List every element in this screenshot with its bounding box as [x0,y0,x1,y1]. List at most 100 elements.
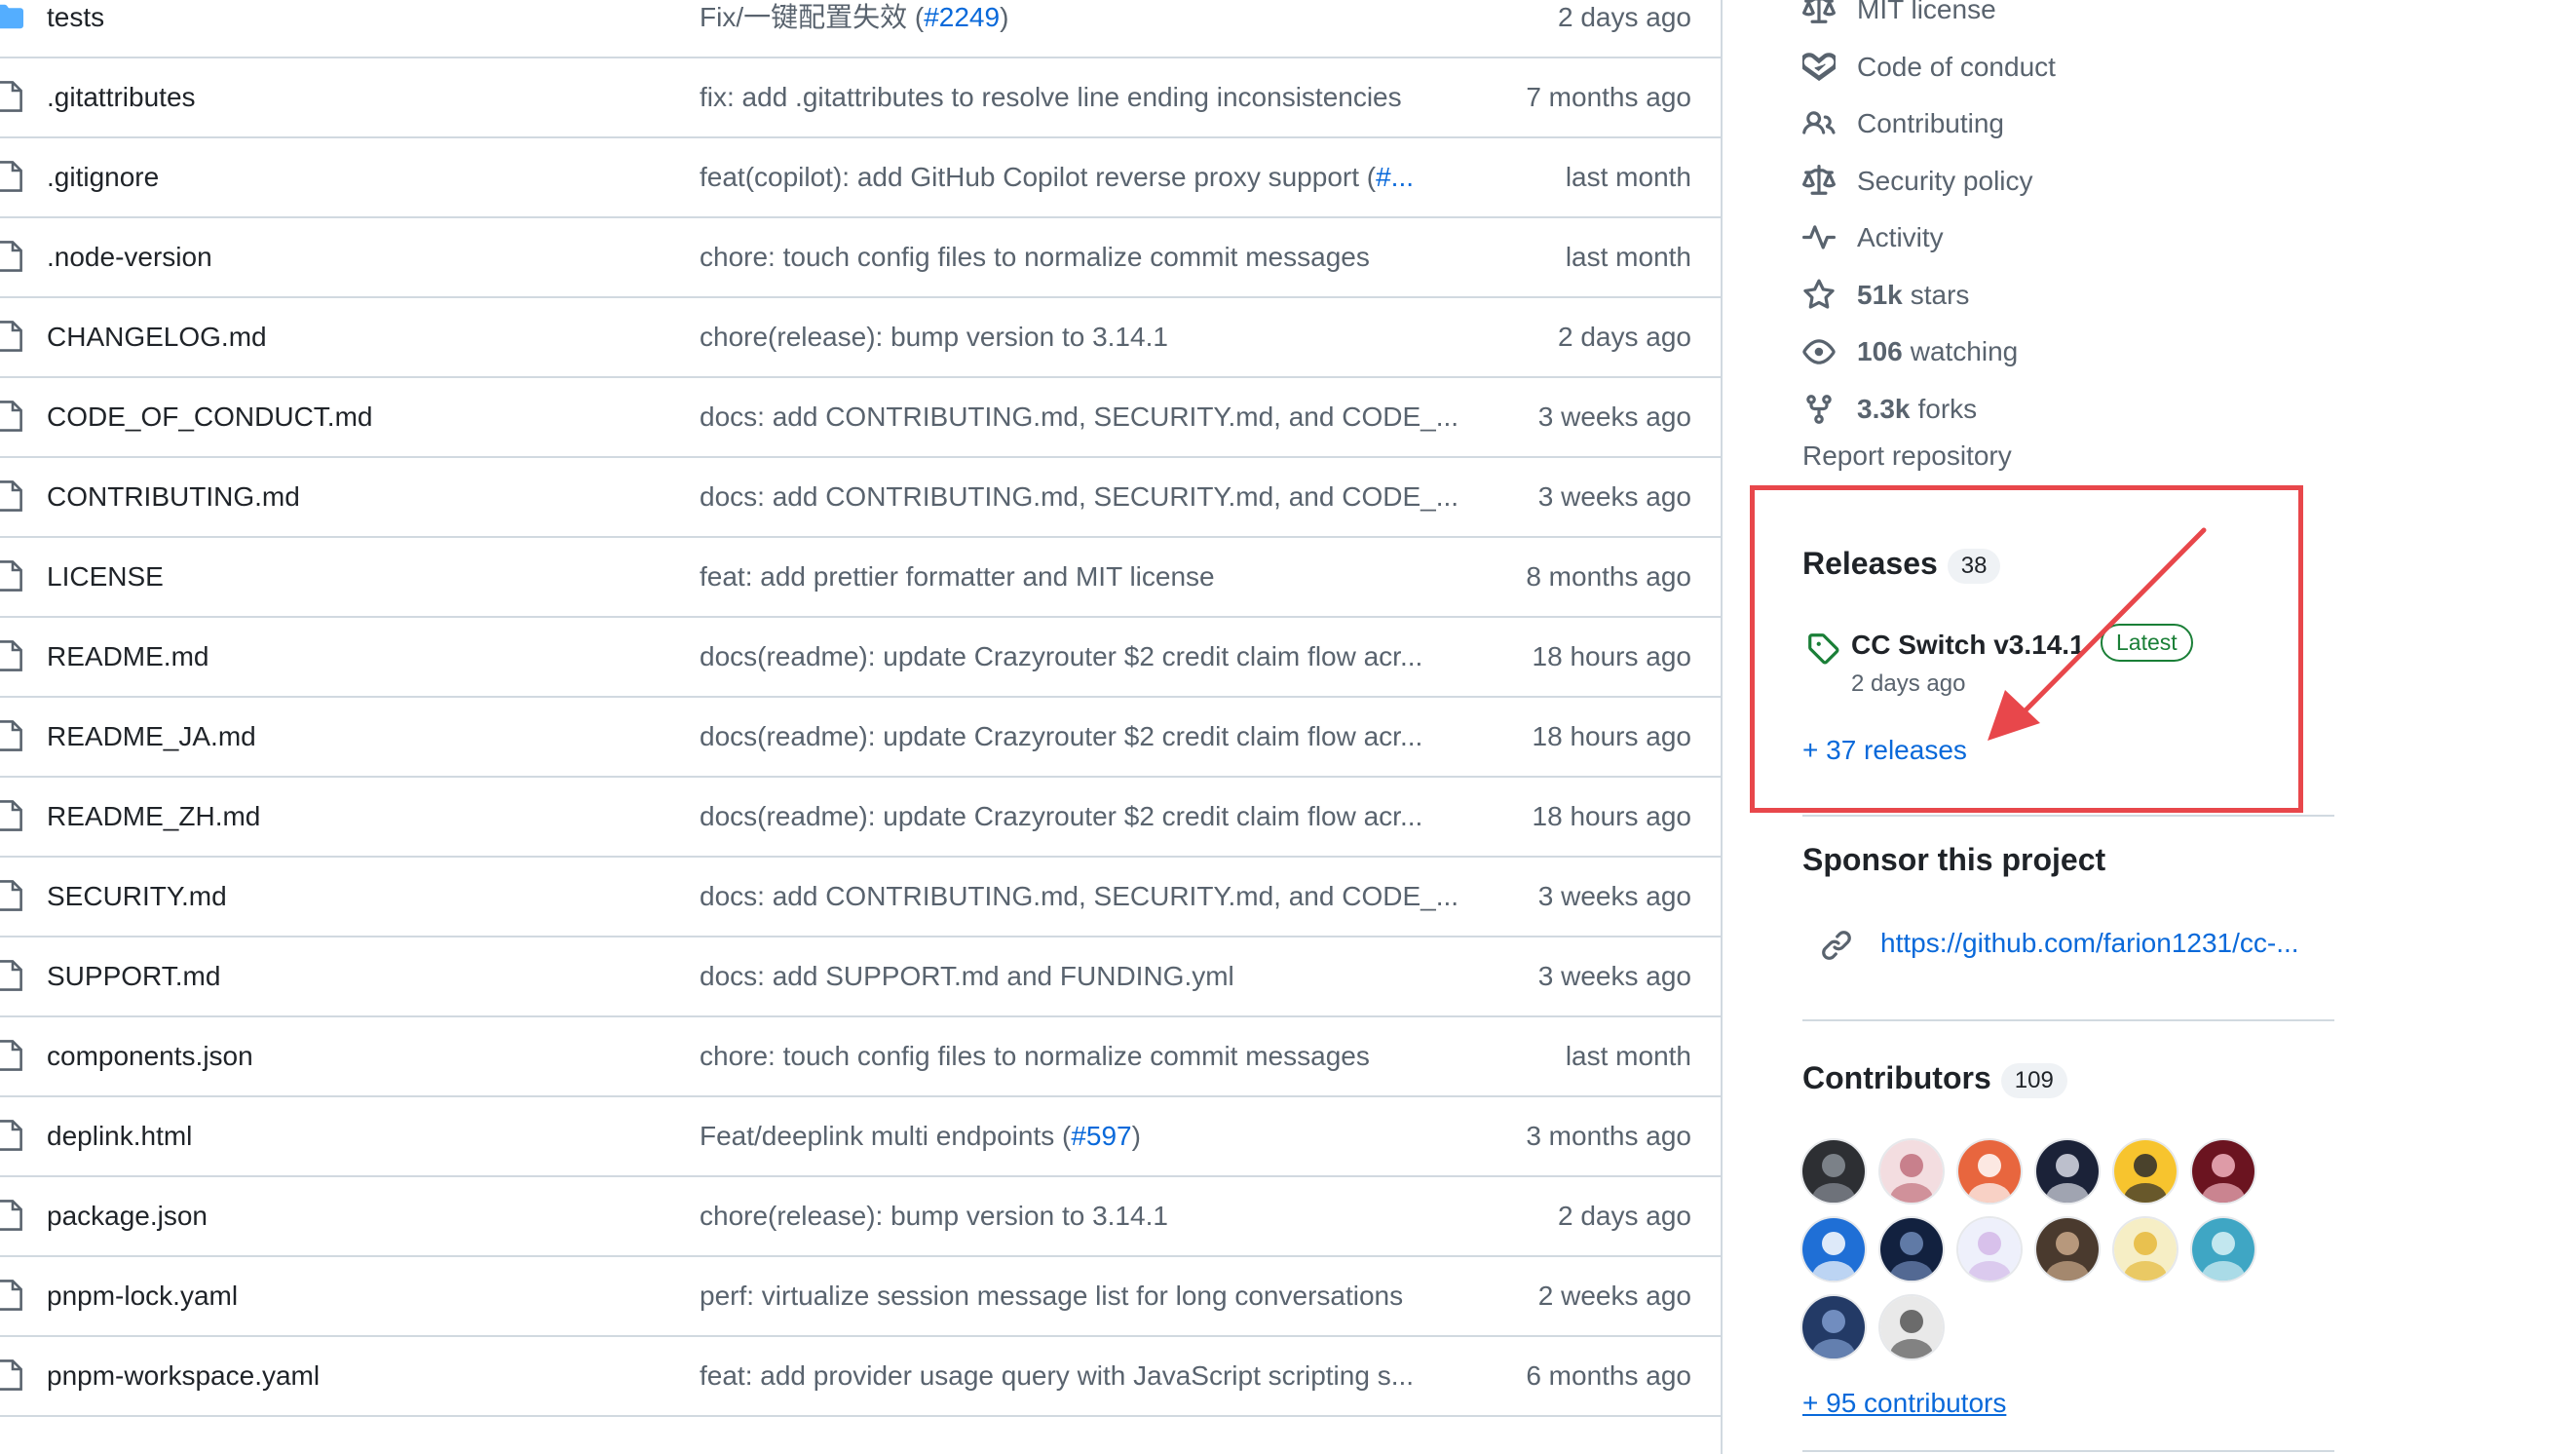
report-repository-link[interactable]: Report repository [1802,440,2012,472]
star-icon [1803,279,1835,309]
sidebar-link-activity[interactable]: Activity [1802,214,1944,261]
commit-message-link[interactable]: docs(readme): update Crazyrouter $2 cred… [700,778,1422,856]
file-row[interactable]: .gitattributes fix: add .gitattributes to… [0,58,1721,138]
commit-message-link[interactable]: feat: add prettier formatter and MIT lic… [700,538,1215,616]
file-name-link[interactable]: components.json [47,1017,253,1095]
contributor-avatar[interactable] [2192,1218,2254,1281]
file-name-link[interactable]: README_JA.md [47,698,256,776]
commit-message-link[interactable]: Feat/deeplink multi endpoints (#597) [700,1097,1141,1175]
file-name-link[interactable]: SUPPORT.md [47,937,220,1015]
file-row[interactable]: README_ZH.md docs(readme): update Crazyro… [0,778,1721,858]
commit-message-link[interactable]: chore(release): bump version to 3.14.1 [700,1177,1168,1255]
sponsor-url-link[interactable]: https://github.com/farion1231/cc-... [1880,928,2299,959]
file-row[interactable]: SECURITY.md docs: add CONTRIBUTING.md, SE… [0,858,1721,937]
file-row[interactable]: .gitignore feat(copilot): add GitHub Copi… [0,138,1721,218]
commit-date: 7 months ago [1526,82,1691,112]
commit-message-text: docs: add CONTRIBUTING.md, SECURITY.md, … [700,481,1459,512]
contributor-avatar[interactable] [1880,1140,1943,1203]
contributor-avatar[interactable] [2036,1218,2099,1281]
releases-heading[interactable]: Releases 38 [1802,546,2001,584]
contributors-title: Contributors [1802,1060,1991,1095]
file-row[interactable]: package.json chore(release): bump version… [0,1177,1721,1257]
file-name-link[interactable]: README.md [47,618,208,696]
commit-message-link[interactable]: chore(release): bump version to 3.14.1 [700,298,1168,376]
sidebar-link-contributing[interactable]: Contributing [1802,100,2004,147]
commit-message-link[interactable]: feat: add provider usage query with Java… [700,1337,1414,1415]
file-row[interactable]: CODE_OF_CONDUCT.md docs: add CONTRIBUTING… [0,378,1721,458]
file-icon [0,1280,22,1311]
commit-message-link[interactable]: chore: touch config files to normalize c… [700,1017,1370,1095]
contributor-avatar[interactable] [1880,1296,1943,1358]
sidebar-link-mit-license[interactable]: MIT license [1802,0,1996,33]
sidebar-link-forks[interactable]: 3.3k forks [1802,386,1977,433]
file-name-link[interactable]: SECURITY.md [47,858,227,936]
file-row[interactable]: README_JA.md docs(readme): update Crazyro… [0,698,1721,778]
commit-message-link[interactable]: perf: virtualize session message list fo… [700,1257,1403,1335]
file-row[interactable]: LICENSE feat: add prettier formatter and … [0,538,1721,618]
contributor-avatar[interactable] [2192,1140,2254,1203]
file-name-link[interactable]: pnpm-lock.yaml [47,1257,238,1335]
latest-release-name[interactable]: CC Switch v3.14.1 [1851,630,2085,661]
file-name-link[interactable]: CONTRIBUTING.md [47,458,300,536]
contributor-avatar[interactable] [1802,1218,1865,1281]
contributor-avatar[interactable] [1802,1296,1865,1358]
contributor-avatar[interactable] [2114,1140,2177,1203]
more-releases-link[interactable]: + 37 releases [1802,735,1967,766]
commit-message-link[interactable]: Fix/一键配置失效 (#2249) [700,0,1008,57]
pull-request-link[interactable]: #2249 [924,2,1000,32]
sidebar-link-label: Contributing [1857,108,2004,138]
commit-message-link[interactable]: docs: add CONTRIBUTING.md, SECURITY.md, … [700,378,1458,456]
sidebar-link-code-of-conduct[interactable]: Code of conduct [1802,44,2056,91]
file-name-link[interactable]: tests [47,0,104,57]
commit-message-link[interactable]: docs(readme): update Crazyrouter $2 cred… [700,618,1422,696]
file-name-link[interactable]: .gitignore [47,138,159,216]
commit-date: 18 hours ago [1532,801,1691,831]
contributors-heading[interactable]: Contributors 109 [1802,1060,2067,1098]
commit-message-link[interactable]: docs(readme): update Crazyrouter $2 cred… [700,698,1422,776]
sidebar-link-security-policy[interactable]: Security policy [1802,158,2033,205]
file-name-link[interactable]: deplink.html [47,1097,192,1175]
file-row[interactable]: pnpm-lock.yaml perf: virtualize session m… [0,1257,1721,1337]
file-name-link[interactable]: .gitattributes [47,58,196,136]
more-contributors-link[interactable]: + 95 contributors [1802,1388,2006,1419]
file-name-link[interactable]: package.json [47,1177,208,1255]
commit-date: last month [1565,242,1691,272]
file-name-link[interactable]: README_ZH.md [47,778,260,856]
commit-message-link[interactable]: feat(copilot): add GitHub Copilot revers… [700,138,1414,216]
file-row[interactable]: .node-version chore: touch config files t… [0,218,1721,298]
pull-request-link[interactable]: #597 [1071,1121,1131,1151]
commit-message-tail: ) [1000,2,1009,32]
contributor-avatar[interactable] [1880,1218,1943,1281]
commit-message-link[interactable]: fix: add .gitattributes to resolve line … [700,58,1402,136]
contributor-avatar[interactable] [1802,1140,1865,1203]
sidebar-link-label: watching [1910,336,2019,366]
file-row[interactable]: components.json chore: touch config files… [0,1017,1721,1097]
file-name-link[interactable]: CHANGELOG.md [47,298,267,376]
file-row[interactable]: README.md docs(readme): update Crazyroute… [0,618,1721,698]
file-name-link[interactable]: .node-version [47,218,212,296]
divider [1802,815,2334,817]
contributor-avatar[interactable] [2036,1140,2099,1203]
contributor-avatar[interactable] [1958,1218,2021,1281]
file-row[interactable]: CHANGELOG.md chore(release): bump version… [0,298,1721,378]
commit-message-link[interactable]: docs: add CONTRIBUTING.md, SECURITY.md, … [700,858,1458,936]
sidebar-link-stars[interactable]: 51k stars [1802,272,1969,319]
file-name-link[interactable]: pnpm-workspace.yaml [47,1337,320,1415]
contributor-avatar[interactable] [2114,1218,2177,1281]
file-row[interactable]: deplink.html Feat/deeplink multi endpoint… [0,1097,1721,1177]
sidebar-link-watching[interactable]: 106 watching [1802,328,2018,375]
releases-title: Releases [1802,546,1938,581]
file-row[interactable]: CONTRIBUTING.md docs: add CONTRIBUTING.md… [0,458,1721,538]
file-row[interactable]: SUPPORT.md docs: add SUPPORT.md and FUNDI… [0,937,1721,1017]
file-name-link[interactable]: LICENSE [47,538,164,616]
contributors-count: 109 [2000,1062,2067,1098]
commit-message-link[interactable]: docs: add CONTRIBUTING.md, SECURITY.md, … [700,458,1458,536]
contributor-avatar[interactable] [1958,1140,2021,1203]
pull-request-link[interactable]: #... [1376,162,1414,192]
file-row[interactable]: tests Fix/一键配置失效 (#2249) 2 days ago [0,0,1721,58]
file-row[interactable]: pnpm-workspace.yaml feat: add provider us… [0,1337,1721,1417]
commit-message-link[interactable]: docs: add SUPPORT.md and FUNDING.yml [700,937,1234,1015]
file-name-link[interactable]: CODE_OF_CONDUCT.md [47,378,372,456]
eye-icon [1802,339,1836,364]
commit-message-link[interactable]: chore: touch config files to normalize c… [700,218,1370,296]
